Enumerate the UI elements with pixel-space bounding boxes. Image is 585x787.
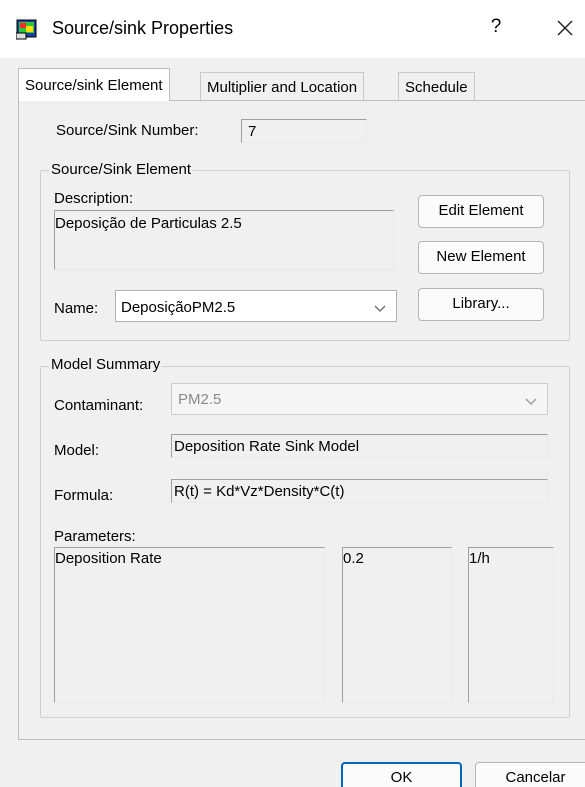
tab-multiplier-and-location[interactable]: Multiplier and Location <box>200 72 365 100</box>
tab-schedule[interactable]: Schedule <box>398 72 475 100</box>
new-element-button[interactable]: New Element <box>418 241 544 274</box>
chevron-down-icon <box>374 305 386 312</box>
model-field: Deposition Rate Sink Model <box>171 434 548 458</box>
name-select[interactable]: DeposiçãoPM2.5 <box>115 290 397 322</box>
description-field: Deposição de Particulas 2.5 <box>54 210 394 270</box>
contaminant-select[interactable]: PM2.5 <box>171 383 548 415</box>
source-sink-number-value: 7 <box>248 123 257 140</box>
parameter-unit: 1/h <box>469 550 490 567</box>
library-button[interactable]: Library... <box>418 288 544 321</box>
contaminant-label: Contaminant: <box>54 397 144 414</box>
source-sink-number-field: 7 <box>241 119 367 143</box>
help-button[interactable]: ? <box>486 16 506 38</box>
parameter-name-list: Deposition Rate <box>54 547 325 703</box>
tab-source-sink-element[interactable]: Source/sink Element <box>18 68 170 101</box>
name-label: Name: <box>54 300 99 317</box>
description-value: Deposição de Particulas 2.5 <box>55 215 242 232</box>
edit-element-button[interactable]: Edit Element <box>418 195 544 228</box>
description-label: Description: <box>54 190 134 207</box>
parameter-value-list: 0.2 <box>342 547 452 703</box>
parameters-label: Parameters: <box>54 528 136 545</box>
app-icon <box>15 18 38 40</box>
close-button[interactable] <box>553 15 577 43</box>
model-label: Model: <box>54 442 100 459</box>
source-sink-element-group-title: Source/Sink Element <box>49 161 194 178</box>
title-bar: Source/sink Properties ? <box>0 0 585 58</box>
name-select-value: DeposiçãoPM2.5 <box>121 299 236 316</box>
close-icon <box>557 20 573 36</box>
cancel-button[interactable]: Cancelar <box>475 762 585 787</box>
source-sink-number-label: Source/Sink Number: <box>56 122 199 139</box>
parameter-value: 0.2 <box>343 550 364 567</box>
parameter-unit-list: 1/h <box>468 547 554 703</box>
parameter-name: Deposition Rate <box>55 550 162 567</box>
chevron-down-icon <box>525 398 537 405</box>
formula-value: R(t) = Kd*Vz*Density*C(t) <box>174 483 345 500</box>
formula-field: R(t) = Kd*Vz*Density*C(t) <box>171 479 548 503</box>
model-value: Deposition Rate Sink Model <box>174 438 360 455</box>
formula-label: Formula: <box>54 487 114 504</box>
window-title: Source/sink Properties <box>52 18 234 38</box>
contaminant-value: PM2.5 <box>178 391 222 408</box>
ok-button[interactable]: OK <box>341 762 462 787</box>
model-summary-group-title: Model Summary <box>49 356 163 373</box>
